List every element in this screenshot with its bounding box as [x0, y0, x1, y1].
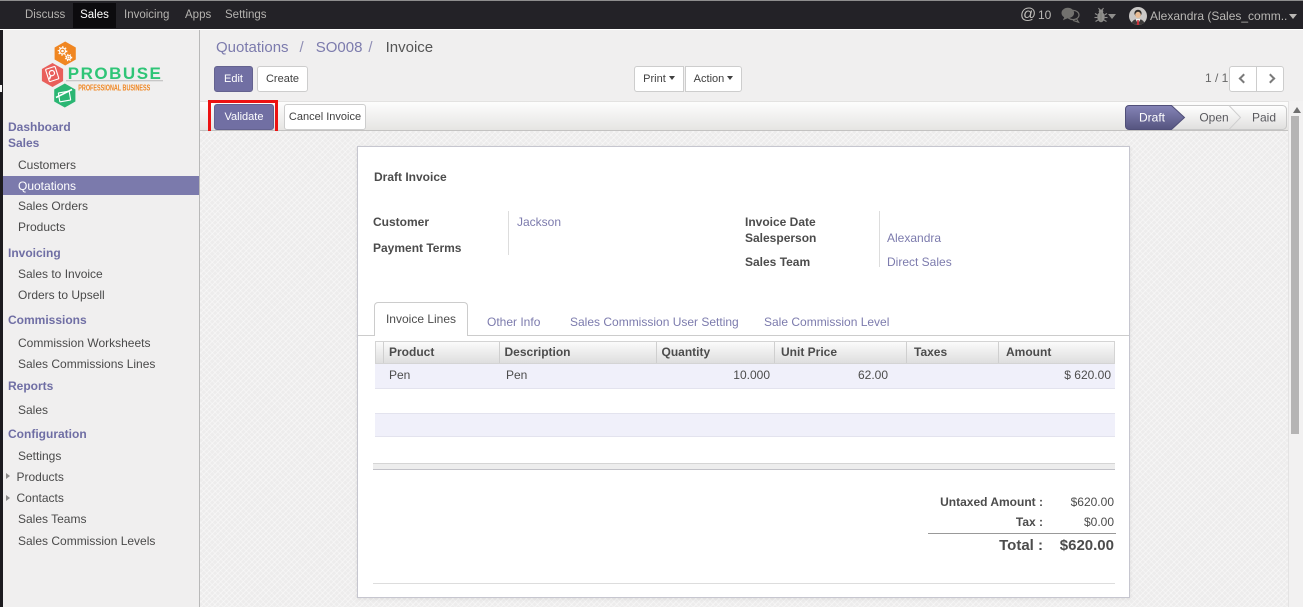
svg-text:Draft: Draft — [1139, 111, 1166, 125]
svg-text:PROBUSE: PROBUSE — [68, 64, 163, 83]
svg-text:Open: Open — [1199, 111, 1228, 125]
svg-text:PROFESSIONAL BUSINESS: PROFESSIONAL BUSINESS — [78, 83, 150, 93]
svg-text:Paid: Paid — [1252, 111, 1276, 125]
